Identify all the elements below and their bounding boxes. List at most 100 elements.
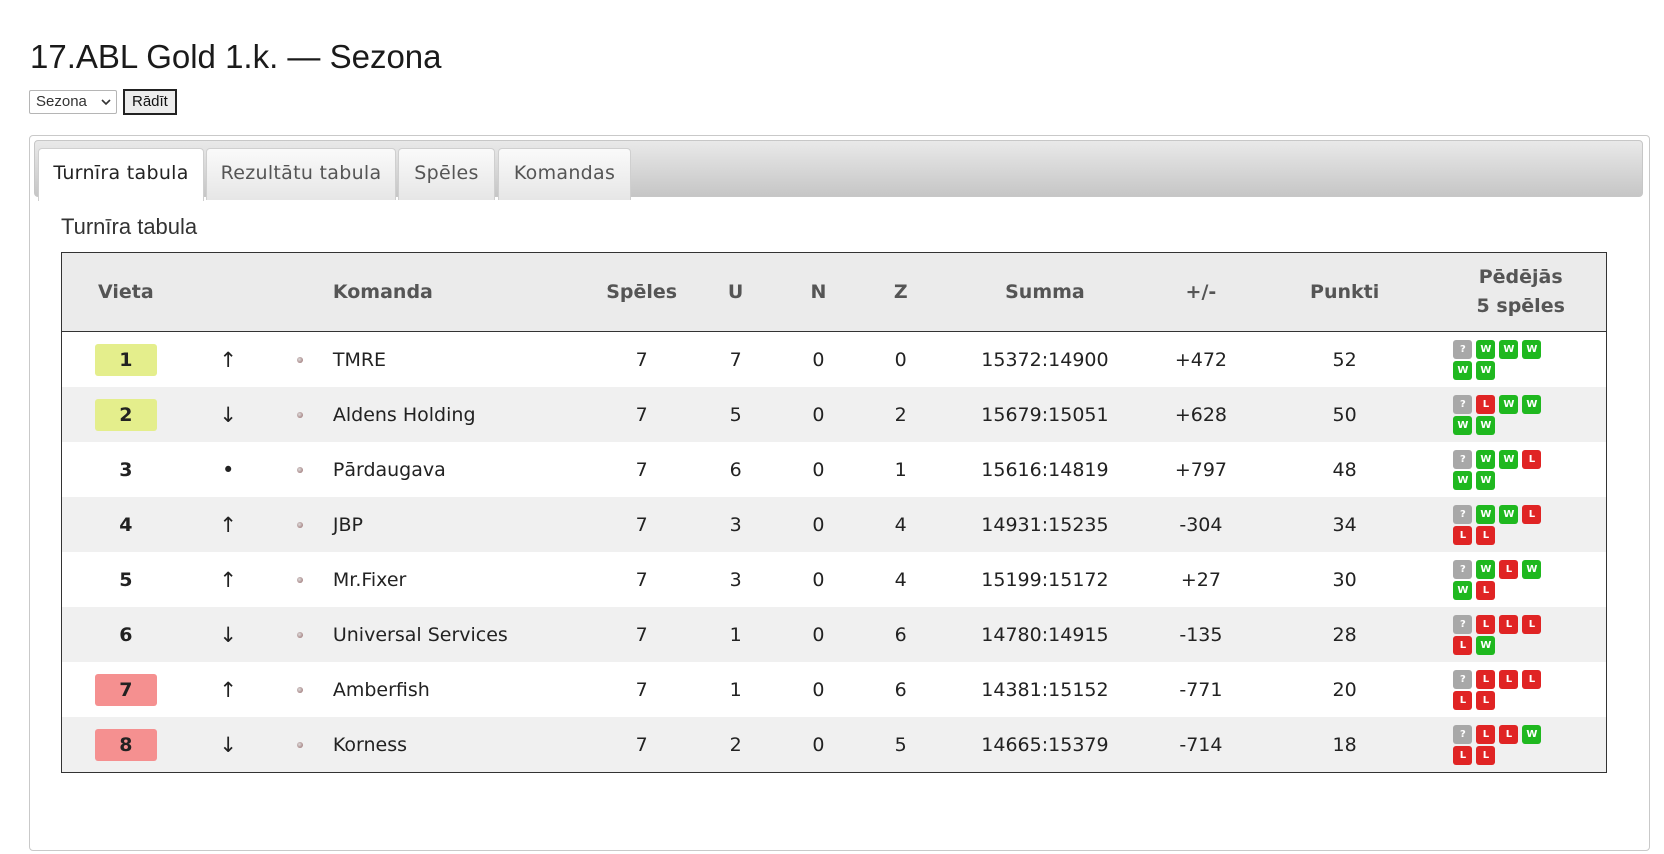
place-cell: 5 <box>62 552 190 607</box>
form-win-badge: W <box>1499 394 1519 414</box>
place-cell: 8 <box>61 717 190 773</box>
form-loss-badge: L <box>1476 394 1496 414</box>
form-loss-badge: L <box>1453 745 1473 765</box>
team-logo-icon <box>296 412 303 418</box>
team-name[interactable]: Korness <box>332 717 590 773</box>
header-games: Spēles <box>589 252 694 332</box>
place-badge: 5 <box>119 568 133 591</box>
header-losses: Z <box>859 252 942 332</box>
logo-cell <box>267 442 333 497</box>
header-wins: U <box>693 252 778 332</box>
header-diff: +/- <box>1148 252 1254 332</box>
table-row[interactable]: 8 ↓ Korness 7 2 0 5 14665:15379 -714 18? L L W L L <box>61 717 1607 773</box>
form-win-badge: W <box>1476 559 1496 579</box>
logo-cell <box>266 717 333 773</box>
form-unknown-badge: ? <box>1453 559 1473 579</box>
form-unknown-badge: ? <box>1453 394 1473 414</box>
trend-cell: • <box>190 442 267 497</box>
form-badges: ? L L W L L <box>1453 724 1543 765</box>
last5-cell: ? L L L L L <box>1435 662 1606 717</box>
chevron-down-icon <box>101 91 111 121</box>
wins-cell: 7 <box>729 348 742 371</box>
team-name[interactable]: Mr.Fixer <box>333 552 589 607</box>
losses-cell: 4 <box>859 497 942 552</box>
form-loss-badge: L <box>1499 724 1519 744</box>
logo-cell <box>267 332 333 388</box>
form-loss-badge: L <box>1522 449 1542 469</box>
logo-cell <box>266 497 333 552</box>
losses-cell: 6 <box>894 678 907 701</box>
form-badges: ? L L L L L <box>1453 669 1543 710</box>
form-loss-badge: L <box>1476 745 1496 765</box>
tab-standings[interactable]: Turnīra tabula <box>38 148 204 201</box>
header-team: Komanda <box>332 252 590 332</box>
section-title: Turnīra tabula <box>61 214 198 239</box>
team-name[interactable]: Aldens Holding <box>332 387 590 442</box>
table-row[interactable]: 3 • Pārdaugava 7 6 0 1 15616:14819 +797 48? W W L W W <box>62 442 1607 497</box>
diff-cell: -771 <box>1179 678 1223 701</box>
team-logo-icon <box>296 632 303 638</box>
place-cell: 6 <box>61 607 190 662</box>
form-win-badge: W <box>1522 339 1542 359</box>
games-cell: 7 <box>589 387 694 442</box>
sum-cell: 15679:15051 <box>941 387 1149 442</box>
wins-cell: 3 <box>729 568 742 591</box>
last5-cell: ? W L W W L <box>1435 552 1606 607</box>
place-badge: 3 <box>119 458 133 481</box>
table-row[interactable]: 1 ↑ TMRE 7 7 0 0 15372:14900 +472 52? W W W W W <box>62 332 1607 388</box>
place-cell: 7 <box>62 662 190 717</box>
games-cell: 7 <box>589 717 694 773</box>
games-cell: 7 <box>589 607 694 662</box>
table-row[interactable]: 6 ↓ Universal Services 7 1 0 6 14780:14915 -135 2… <box>61 607 1607 662</box>
losses-cell: 4 <box>894 568 907 591</box>
standings-body: 1 ↑ TMRE 7 7 0 0 15372:14900 +472 52? W W W W W 2 ↓ Alden… <box>61 332 1607 773</box>
team-name[interactable]: TMRE <box>333 332 589 388</box>
last5-cell: ? W W W W W <box>1435 332 1606 388</box>
points-cell: 28 <box>1253 607 1436 662</box>
trend-arrow-icon: ↓ <box>219 622 237 647</box>
form-unknown-badge: ? <box>1453 339 1473 359</box>
form-loss-badge: L <box>1522 504 1542 524</box>
points-cell: 20 <box>1332 678 1357 701</box>
form-win-badge: W <box>1476 415 1496 435</box>
tab-games[interactable]: Spēles <box>398 148 495 200</box>
trend-cell: ↑ <box>190 332 267 388</box>
last5-cell: ? W W L W W <box>1435 442 1606 497</box>
table-row[interactable]: 7 ↑ Amberfish 7 1 0 6 14381:15152 -771 20? L L L L L <box>62 662 1607 717</box>
team-name[interactable]: Universal Services <box>332 607 590 662</box>
season-select[interactable]: Sezona <box>29 90 117 114</box>
team-logo-icon <box>296 467 303 473</box>
draws-cell: 0 <box>777 497 860 552</box>
sum-cell: 15372:14900 <box>981 348 1109 371</box>
trend-cell: ↑ <box>190 552 267 607</box>
place-cell: 4 <box>61 497 190 552</box>
team-name[interactable]: Pārdaugava <box>333 442 589 497</box>
form-badges: ? W L W W L <box>1453 559 1543 600</box>
place-cell: 3 <box>62 442 190 497</box>
form-win-badge: W <box>1476 470 1496 490</box>
show-button[interactable]: Rādīt <box>123 89 177 115</box>
header-last5-line2: 5 spēles <box>1476 295 1565 317</box>
diff-cell: +628 <box>1148 387 1254 442</box>
games-cell: 7 <box>635 458 648 481</box>
team-logo-icon <box>296 577 303 583</box>
trend-arrow-icon: ↑ <box>219 567 237 592</box>
table-row[interactable]: 2 ↓ Aldens Holding 7 5 0 2 15679:15051 +628 50? L W… <box>61 387 1607 442</box>
place-badge: 8 <box>94 728 157 761</box>
draws-cell: 0 <box>812 458 825 481</box>
team-logo-icon <box>296 357 303 363</box>
header-points: Punkti <box>1253 252 1436 332</box>
form-win-badge: W <box>1476 360 1496 380</box>
table-row[interactable]: 4 ↑ JBP 7 3 0 4 14931:15235 -304 34? W W L L L <box>61 497 1607 552</box>
team-name[interactable]: Amberfish <box>333 662 589 717</box>
logo-cell <box>266 607 333 662</box>
tab-results-table[interactable]: Rezultātu tabula <box>206 148 396 200</box>
team-logo-icon <box>296 742 303 748</box>
season-form: Sezona Rādīt <box>29 89 177 115</box>
form-loss-badge: L <box>1476 525 1496 545</box>
table-row[interactable]: 5 ↑ Mr.Fixer 7 3 0 4 15199:15172 +27 30? W L W W L <box>62 552 1607 607</box>
sum-cell: 15199:15172 <box>981 568 1109 591</box>
tab-teams[interactable]: Komandas <box>498 148 631 200</box>
form-badges: ? W W L W W <box>1453 449 1543 490</box>
team-name[interactable]: JBP <box>332 497 590 552</box>
